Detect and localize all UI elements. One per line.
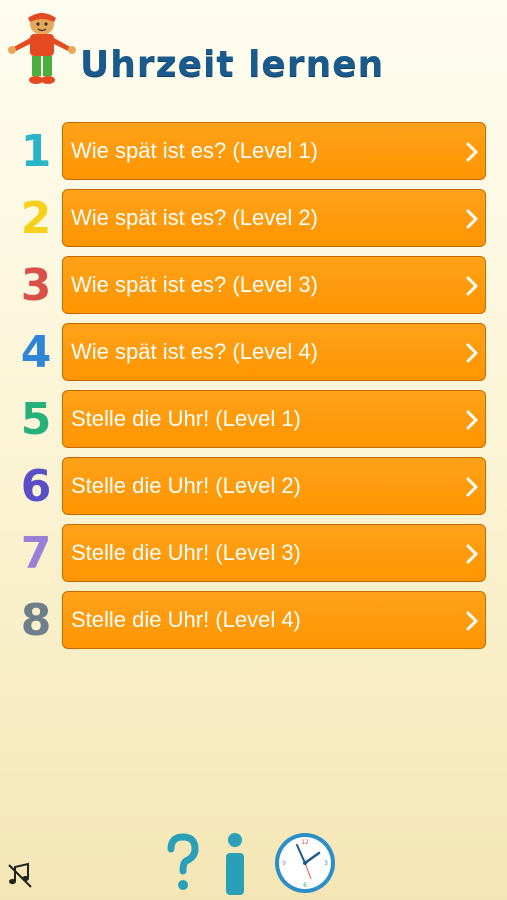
menu-button-set-clock-level-4[interactable]: Stelle die Uhr! (Level 4) [62, 591, 486, 649]
info-icon[interactable] [220, 831, 250, 897]
level-number: 4 [20, 327, 52, 378]
menu-button-time-level-1[interactable]: Wie spät ist es? (Level 1) [62, 122, 486, 180]
menu-button-label: Wie spät ist es? (Level 4) [71, 339, 318, 364]
level-number: 8 [20, 595, 52, 646]
svg-text:6: 6 [303, 882, 307, 889]
level-number: 7 [20, 528, 52, 579]
header: Uhrzeit lernen [0, 0, 507, 110]
menu-button-time-level-2[interactable]: Wie spät ist es? (Level 2) [62, 189, 486, 247]
menu-button-label: Wie spät ist es? (Level 2) [71, 205, 318, 230]
level-number: 3 [20, 260, 52, 311]
menu-row: 3 Wie spät ist es? (Level 3) [0, 256, 507, 316]
menu-row: 2 Wie spät ist es? (Level 2) [0, 189, 507, 249]
clock-icon[interactable]: 12 3 6 9 [273, 831, 337, 895]
level-number: 1 [20, 126, 52, 177]
menu-button-set-clock-level-1[interactable]: Stelle die Uhr! (Level 1) [62, 390, 486, 448]
menu-row: 5 Stelle die Uhr! (Level 1) [0, 390, 507, 450]
svg-text:9: 9 [282, 860, 286, 867]
menu-button-set-clock-level-2[interactable]: Stelle die Uhr! (Level 2) [62, 457, 486, 515]
menu-button-label: Stelle die Uhr! (Level 4) [71, 607, 301, 632]
chevron-right-icon [466, 142, 478, 162]
menu-button-label: Wie spät ist es? (Level 1) [71, 138, 318, 163]
chevron-right-icon [466, 611, 478, 631]
svg-text:12: 12 [301, 839, 309, 846]
menu-button-set-clock-level-3[interactable]: Stelle die Uhr! (Level 3) [62, 524, 486, 582]
menu-button-label: Stelle die Uhr! (Level 1) [71, 406, 301, 431]
footer-toolbar: 12 3 6 9 [0, 825, 507, 900]
chevron-right-icon [466, 343, 478, 363]
mascot-icon [8, 13, 76, 84]
level-number: 6 [20, 461, 52, 512]
menu-row: 6 Stelle die Uhr! (Level 2) [0, 457, 507, 517]
menu-row: 7 Stelle die Uhr! (Level 3) [0, 524, 507, 584]
menu-button-label: Stelle die Uhr! (Level 3) [71, 540, 301, 565]
menu-button-time-level-4[interactable]: Wie spät ist es? (Level 4) [62, 323, 486, 381]
svg-text:3: 3 [324, 860, 328, 867]
menu-row: 8 Stelle die Uhr! (Level 4) [0, 591, 507, 651]
app-title: Uhrzeit lernen [80, 44, 385, 85]
level-number: 2 [20, 193, 52, 244]
menu-button-label: Stelle die Uhr! (Level 2) [71, 473, 301, 498]
level-number: 5 [20, 394, 52, 445]
menu-row: 1 Wie spät ist es? (Level 1) [0, 122, 507, 182]
chevron-right-icon [466, 209, 478, 229]
help-icon[interactable] [165, 833, 201, 895]
chevron-right-icon [466, 410, 478, 430]
chevron-right-icon [466, 276, 478, 296]
menu-row: 4 Wie spät ist es? (Level 4) [0, 323, 507, 383]
music-off-icon[interactable] [6, 861, 34, 889]
chevron-right-icon [466, 544, 478, 564]
menu-button-time-level-3[interactable]: Wie spät ist es? (Level 3) [62, 256, 486, 314]
chevron-right-icon [466, 477, 478, 497]
menu-button-label: Wie spät ist es? (Level 3) [71, 272, 318, 297]
